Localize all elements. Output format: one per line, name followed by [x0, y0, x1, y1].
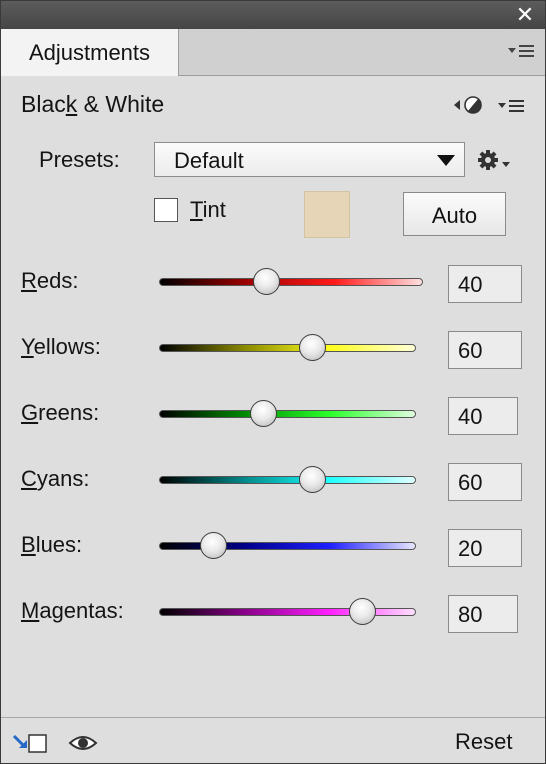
channel-label-text: eds:: [36, 268, 79, 293]
tint-checkbox[interactable]: [154, 198, 178, 222]
close-icon[interactable]: ✕: [515, 4, 535, 26]
slider-thumb-5[interactable]: [348, 598, 376, 625]
channel-label-0: Reds:: [21, 268, 78, 294]
half-circle-mask-icon[interactable]: [453, 95, 485, 115]
slider-track-5[interactable]: [159, 608, 416, 616]
channel-label-text: yans:: [36, 466, 90, 491]
slider-thumb-0[interactable]: [252, 268, 280, 295]
channel-label-mnemonic: C: [21, 466, 37, 491]
slider-thumb-2[interactable]: [249, 400, 277, 427]
panel-options-menu-icon[interactable]: [497, 97, 525, 115]
value-input-1[interactable]: 60: [448, 331, 522, 369]
channel-label-mnemonic: B: [21, 532, 36, 557]
slider-track-4[interactable]: [159, 542, 416, 550]
panel-titlebar[interactable]: ✕: [1, 1, 545, 29]
tab-strip: Adjustments: [1, 29, 545, 76]
channel-label-text: agentas:: [39, 598, 124, 623]
slider-thumb-3[interactable]: [299, 466, 327, 493]
title-text-mnemonic: k: [65, 91, 78, 117]
channel-label-mnemonic: R: [21, 268, 37, 293]
footer-divider: [1, 717, 545, 718]
presets-dropdown[interactable]: Default: [154, 142, 465, 177]
slider-track-1[interactable]: [159, 344, 416, 352]
channel-label-mnemonic: M: [21, 598, 40, 623]
gear-icon[interactable]: [475, 147, 511, 173]
slider-thumb-1[interactable]: [299, 334, 327, 361]
value-input-3[interactable]: 60: [448, 463, 522, 501]
value-input-2[interactable]: 40: [448, 397, 518, 435]
eye-icon[interactable]: [68, 733, 98, 753]
adjustments-panel: ✕ Adjustments Black & White Presets: Def…: [0, 0, 546, 764]
value-input-5[interactable]: 80: [448, 595, 518, 633]
channel-label-5: Magentas:: [21, 598, 124, 624]
channel-label-2: Greens:: [21, 400, 99, 426]
channel-label-text: reens:: [38, 400, 100, 425]
channel-label-4: Blues:: [21, 532, 82, 558]
slider-track-0[interactable]: [159, 278, 423, 286]
title-text-end: & White: [77, 91, 165, 117]
tint-label[interactable]: Tint: [190, 197, 226, 223]
value-input-4[interactable]: 20: [448, 529, 522, 567]
channel-label-text: lues:: [35, 532, 83, 557]
channel-label-text: ellows:: [33, 334, 101, 359]
title-text-start: Blac: [21, 91, 66, 117]
channel-label-mnemonic: G: [21, 400, 39, 425]
reset-button[interactable]: Reset: [455, 729, 512, 755]
slider-track-2[interactable]: [159, 410, 416, 418]
slider-thumb-4[interactable]: [200, 532, 228, 559]
dropdown-arrow-icon: [437, 155, 455, 166]
channel-label-1: Yellows:: [21, 334, 101, 360]
panel-title: Black & White: [21, 91, 164, 118]
slider-track-3[interactable]: [159, 476, 416, 484]
panel-menu-icon[interactable]: [507, 41, 535, 61]
tint-color-swatch[interactable]: [304, 191, 350, 238]
presets-selected-value: Default: [174, 148, 244, 173]
channel-label-3: Cyans:: [21, 466, 89, 492]
auto-button[interactable]: Auto: [403, 192, 506, 236]
tab-adjustments[interactable]: Adjustments: [1, 29, 179, 76]
tint-label-mnemonic: T: [190, 197, 203, 222]
tint-label-rest: int: [202, 197, 226, 222]
presets-label: Presets:: [39, 147, 120, 172]
channel-label-mnemonic: Y: [21, 334, 34, 359]
value-input-0[interactable]: 40: [448, 265, 522, 303]
clip-to-layer-icon[interactable]: [11, 732, 49, 754]
